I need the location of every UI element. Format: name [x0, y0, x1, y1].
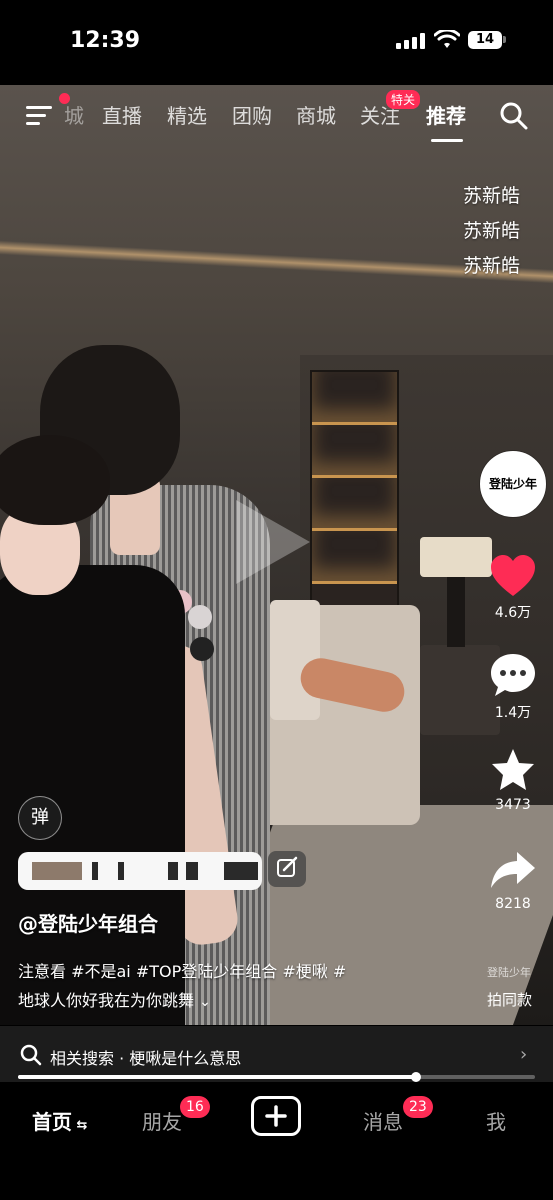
edit-icon[interactable]: [268, 851, 306, 887]
battery-tip: [503, 36, 506, 43]
share-count: 8218: [495, 896, 531, 912]
following-badge: 特关: [386, 90, 421, 109]
tab-featured[interactable]: 精选: [167, 100, 207, 129]
wifi-icon: [434, 30, 460, 48]
creator-avatar[interactable]: 登陆少年: [480, 451, 546, 517]
share-arrow-icon: [491, 852, 535, 888]
tab-friends[interactable]: 朋友: [142, 1106, 182, 1135]
jacket-pin: [188, 605, 212, 629]
comment-button[interactable]: 1.4万: [486, 652, 540, 722]
progress-fill: [18, 1075, 417, 1079]
battery-level: 14: [468, 31, 502, 49]
menu-icon[interactable]: [26, 104, 52, 126]
overlay-name: 苏新皓: [462, 220, 520, 242]
tab-group-buy[interactable]: 团购: [232, 100, 272, 129]
lit-shelf: [310, 370, 399, 614]
description-text: 地球人你好我在为你跳舞: [18, 991, 195, 1010]
search-icon[interactable]: [499, 101, 529, 131]
like-count: 4.6万: [494, 605, 532, 621]
favorite-button[interactable]: 3473: [486, 747, 540, 813]
description-line-1[interactable]: 注意看 #不是ai #TOP登陆少年组合 #梗啾 #: [18, 958, 346, 982]
friends-badge: 16: [180, 1096, 210, 1118]
comment-count: 1.4万: [494, 705, 532, 721]
description-line-2[interactable]: 地球人你好我在为你跳舞 ⌄: [18, 987, 211, 1011]
create-post-button[interactable]: [251, 1096, 301, 1136]
person-black-shirt: [0, 565, 185, 1025]
jacket-pin: [190, 637, 214, 661]
overlay-name: 苏新皓: [462, 185, 520, 207]
status-time: 12:39: [70, 28, 141, 53]
danmaku-toggle-button[interactable]: 弹: [18, 796, 62, 840]
tab-mall-partial[interactable]: 城: [64, 100, 84, 129]
share-button[interactable]: 8218: [486, 850, 540, 912]
star-icon: [492, 749, 534, 790]
status-bar: 12:39 14: [0, 0, 553, 85]
lamp-shade: [420, 537, 492, 577]
plus-icon: [265, 1105, 287, 1127]
related-search-text[interactable]: 相关搜索 · 梗啾是什么意思: [50, 1045, 241, 1069]
favorite-count: 3473: [495, 797, 531, 813]
tab-home-label: 首页: [32, 1110, 72, 1134]
messages-badge: 23: [403, 1096, 433, 1118]
obscured-comment-input[interactable]: [18, 852, 262, 890]
tab-home[interactable]: 首页 ⇆: [32, 1106, 87, 1135]
tab-recommended[interactable]: 推荐: [426, 100, 466, 129]
tab-shop[interactable]: 商城: [296, 100, 336, 129]
active-tab-indicator: [431, 139, 463, 142]
tab-messages[interactable]: 消息: [363, 1106, 403, 1135]
chevron-right-icon[interactable]: ›: [520, 1044, 527, 1065]
like-button[interactable]: 4.6万: [486, 554, 540, 622]
tab-live[interactable]: 直播: [102, 100, 142, 129]
overlay-name: 苏新皓: [462, 255, 520, 277]
video-progress-bar[interactable]: [18, 1072, 535, 1082]
play-icon[interactable]: [236, 500, 310, 584]
search-icon: [20, 1044, 42, 1066]
author-name[interactable]: @登陆少年组合: [18, 908, 158, 937]
comment-icon: [491, 654, 535, 696]
tab-me[interactable]: 我: [486, 1106, 506, 1135]
lamp-base: [447, 577, 465, 647]
cellular-signal-icon: [396, 33, 426, 49]
expand-chevron-icon[interactable]: ⌄: [199, 994, 211, 1010]
watermark-text: 登陆少年: [487, 966, 531, 979]
person-hair: [0, 435, 110, 525]
refresh-icon: ⇆: [72, 1118, 88, 1133]
heart-icon: [491, 555, 535, 596]
same-shot-button[interactable]: 拍同款: [487, 989, 532, 1010]
